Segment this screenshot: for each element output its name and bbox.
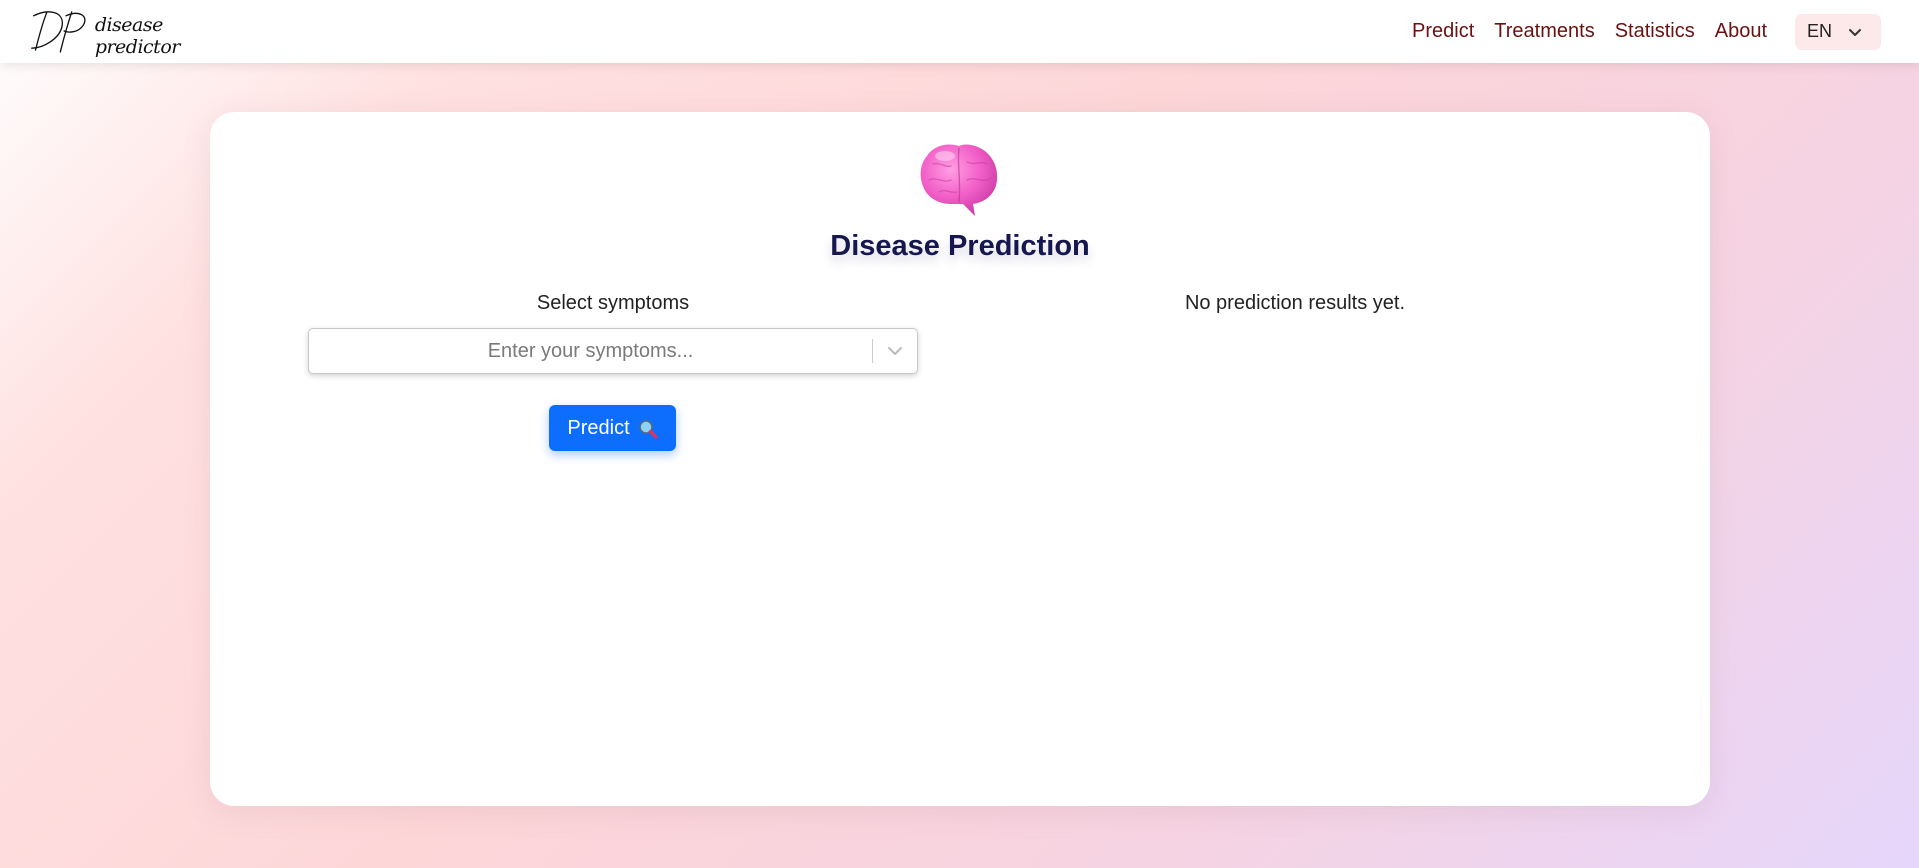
logo-monogram xyxy=(31,11,86,53)
prediction-card: Disease Prediction Select symptoms Predi… xyxy=(210,112,1710,806)
nav-link-statistics[interactable]: Statistics xyxy=(1615,20,1695,43)
chevron-down-icon xyxy=(1849,28,1862,36)
main-nav: Predict Treatments Statistics About EN xyxy=(1412,0,1919,63)
nav-link-predict[interactable]: Predict xyxy=(1412,20,1474,43)
magnifier-icon xyxy=(638,420,658,439)
chevron-down-icon xyxy=(888,347,902,355)
brain-icon xyxy=(920,144,998,216)
site-logo[interactable]: disease predictor xyxy=(26,2,246,60)
symptoms-dropdown-toggle[interactable] xyxy=(873,329,917,373)
language-value: EN xyxy=(1807,21,1833,41)
results-placeholder: No prediction results yet. xyxy=(1184,292,1406,314)
predict-button[interactable]: Predict xyxy=(549,405,676,451)
page-title: Disease Prediction xyxy=(830,230,1090,262)
language-select[interactable]: EN xyxy=(1795,13,1881,50)
nav-link-treatments[interactable]: Treatments xyxy=(1494,20,1594,43)
symptoms-select[interactable] xyxy=(308,328,918,374)
predict-button-label: Predict xyxy=(567,416,630,439)
nav-link-about[interactable]: About xyxy=(1715,20,1767,43)
logo-text: disease predictor xyxy=(94,14,181,58)
symptoms-input[interactable] xyxy=(309,329,872,373)
top-navbar: disease predictor Predict Treatments Sta… xyxy=(0,0,1919,63)
symptoms-label: Select symptoms xyxy=(536,292,690,314)
